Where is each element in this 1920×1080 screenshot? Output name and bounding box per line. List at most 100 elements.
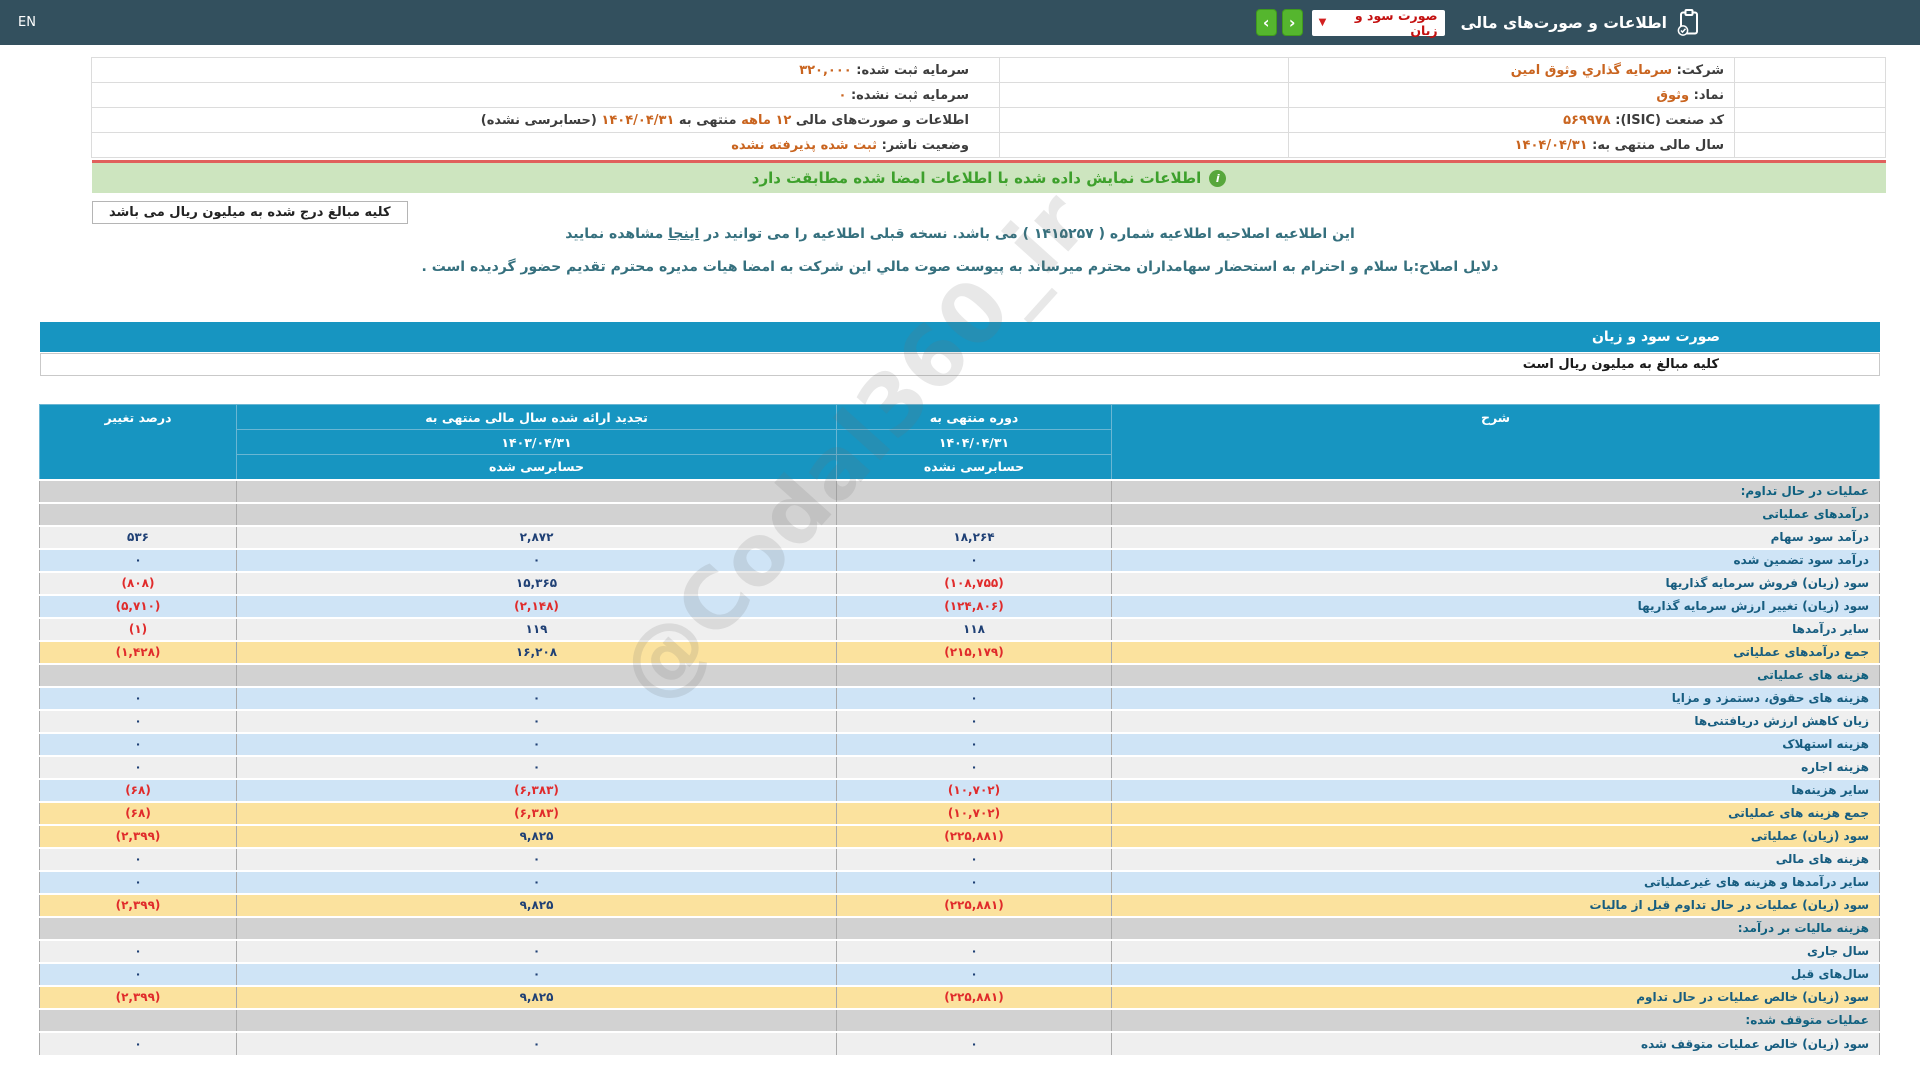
income-data-row: سود (زیان) فروش سرمایه گذاریها (۱۰۸,۷۵۵) ۱…	[39, 570, 1880, 595]
restated-value-cell	[236, 915, 837, 940]
current-period-value-cell	[836, 915, 1112, 940]
income-section-row: عملیات در حال تداوم:	[39, 478, 1880, 503]
report-type-select[interactable]: ▼ صورت سود و زیان	[1311, 7, 1445, 38]
restated-value-cell: ۰	[236, 708, 837, 733]
row-label-cell: درآمد سود تضمین شده	[1111, 547, 1880, 572]
income-data-row: سایر درآمدها و هزینه های غیرعملیاتی ۰ ۰ ۰	[39, 869, 1880, 894]
amendment-notice: این اطلاعیه اصلاحیه اطلاعیه شماره ( ۱۴۱۵…	[0, 226, 1920, 242]
row-label-cell: عملیات متوقف شده:	[1111, 1007, 1880, 1032]
amendment-reason: دلایل اصلاح:با سلام و احترام به استحضار …	[421, 259, 1499, 275]
row-label-cell: جمع هزینه های عملیاتی	[1111, 800, 1880, 825]
current-period-value-cell: ۰	[836, 547, 1112, 572]
row-label-cell: سود (زیان) فروش سرمایه گذاریها	[1111, 570, 1880, 595]
change-percent-value-cell: ۰	[39, 938, 237, 963]
restated-value-cell: ۰	[236, 754, 837, 779]
row-label-cell: هزینه های مالی	[1111, 846, 1880, 871]
company-info-row: شرکت: سرمایه گذاري وثوق امین سرمایه ثبت …	[91, 57, 1886, 83]
units-note-box: کلیه مبالغ درج شده به میلیون ریال می باش…	[92, 201, 408, 224]
change-percent-value-cell	[39, 1007, 237, 1032]
income-section-row: هزینه های عملیاتی	[39, 662, 1880, 687]
header-restated-date: ۱۴۰۳/۰۴/۳۱	[236, 429, 837, 455]
registered-capital-cell: سرمایه ثبت شده: ۳۲۰,۰۰۰	[91, 57, 1000, 83]
info-label: نماد:	[1693, 87, 1724, 103]
restated-value-cell	[236, 662, 837, 687]
change-percent-value-cell	[39, 662, 237, 687]
row-label-cell: هزینه استهلاک	[1111, 731, 1880, 756]
change-percent-value-cell: ۰	[39, 685, 237, 710]
income-data-row: سود (زیان) عملیات در حال تداوم قبل از ما…	[39, 892, 1880, 917]
report-period-cell: اطلاعات و صورت‌های مالی ۱۲ ماهه منتهی به…	[91, 107, 1000, 133]
info-spacer-cell	[1734, 107, 1886, 133]
previous-version-link[interactable]: اینجا	[668, 226, 699, 242]
income-data-row: سایر درآمدها ۱۱۸ ۱۱۹ (۱)	[39, 616, 1880, 641]
current-period-value-cell	[836, 662, 1112, 687]
top-header-bar: EN ‹ › ▼ صورت سود و زیان اطلاعات و صورت‌…	[0, 0, 1920, 45]
language-switch-en[interactable]: EN	[18, 15, 36, 30]
current-period-value-cell: (۲۲۵,۸۸۱)	[836, 984, 1112, 1009]
nav-previous-button[interactable]: ‹	[1255, 9, 1277, 36]
isic-code-cell: کد صنعت (ISIC): ۵۶۹۹۷۸	[1288, 107, 1735, 133]
info-spacer-cell	[999, 107, 1289, 133]
header-change-percent: درصد تغییر	[39, 404, 237, 480]
statement-section-bar: صورت سود و زیان	[40, 322, 1880, 352]
change-percent-value-cell: ۰	[39, 754, 237, 779]
restated-value-cell: ۱۱۹	[236, 616, 837, 641]
period-length-value: ۱۲ ماهه	[741, 112, 792, 128]
row-label-cell: سال جاری	[1111, 938, 1880, 963]
current-period-value-cell: (۱۲۴,۸۰۶)	[836, 593, 1112, 618]
info-label: اطلاعات و صورت‌های مالی	[795, 112, 969, 128]
restated-value-cell: ۲,۸۷۲	[236, 524, 837, 549]
income-statement-table: شرح دوره منتهی به تجدید ارائه شده سال ما…	[39, 404, 1880, 1055]
company-name-cell: شرکت: سرمایه گذاري وثوق امین	[1288, 57, 1735, 83]
change-percent-value-cell: ۰	[39, 869, 237, 894]
current-period-value-cell: ۰	[836, 1030, 1112, 1055]
header-current-period-date: ۱۴۰۴/۰۴/۳۱	[836, 429, 1112, 455]
income-data-row: جمع درآمدهای عملیاتی (۲۱۵,۱۷۹) ۱۶,۲۰۸ (۱,۴۲…	[39, 639, 1880, 664]
change-percent-value-cell: ۵۳۶	[39, 524, 237, 549]
info-label: کد صنعت (ISIC):	[1615, 112, 1724, 128]
change-percent-value-cell: (۶۸)	[39, 777, 237, 802]
chevron-down-icon: ▼	[1318, 17, 1327, 28]
nav-next-button[interactable]: ›	[1281, 9, 1303, 36]
info-spacer-cell	[1734, 132, 1886, 158]
restated-value-cell: (۶,۳۸۳)	[236, 777, 837, 802]
current-period-value-cell: ۰	[836, 685, 1112, 710]
income-data-row: هزینه استهلاک ۰ ۰ ۰	[39, 731, 1880, 756]
income-data-row: سود (زیان) خالص عملیات متوقف شده ۰ ۰ ۰	[39, 1030, 1880, 1055]
current-period-value-cell	[836, 1007, 1112, 1032]
row-label-cell: درآمدهای عملیاتی	[1111, 501, 1880, 526]
current-period-value-cell: ۱۸,۲۶۴	[836, 524, 1112, 549]
row-label-cell: سایر هزینه‌ها	[1111, 777, 1880, 802]
restated-value-cell: ۰	[236, 938, 837, 963]
info-label: (حسابرسی نشده)	[480, 112, 597, 128]
company-info-row: سال مالی منتهی به: ۱۴۰۴/۰۴/۳۱ وضعیت ناشر…	[91, 132, 1886, 158]
income-data-row: سایر هزینه‌ها (۱۰,۷۰۲) (۶,۳۸۳) (۶۸)	[39, 777, 1880, 802]
row-label-cell: زیان کاهش ارزش دریافتنی‌ها	[1111, 708, 1880, 733]
info-label: سرمایه ثبت شده:	[856, 62, 969, 78]
restated-value-cell: ۹,۸۲۵	[236, 823, 837, 848]
header-description: شرح	[1111, 404, 1880, 480]
row-label-cell: هزینه مالیات بر درآمد:	[1111, 915, 1880, 940]
restated-value-cell: ۰	[236, 846, 837, 871]
info-value: ۵۶۹۹۷۸	[1563, 112, 1611, 128]
info-value: ۳۲۰,۰۰۰	[799, 62, 852, 78]
signature-match-banner: i اطلاعات نمایش داده شده با اطلاعات امضا…	[92, 163, 1886, 193]
current-period-value-cell: (۲۲۵,۸۸۱)	[836, 892, 1112, 917]
codal-financial-statement-page: EN ‹ › ▼ صورت سود و زیان اطلاعات و صورت‌…	[0, 0, 1920, 1080]
income-data-row: سود (زیان) تغییر ارزش سرمایه گذاریها (۱۲۴…	[39, 593, 1880, 618]
symbol-cell: نماد: وثوق	[1288, 82, 1735, 108]
change-percent-value-cell: (۱,۴۲۸)	[39, 639, 237, 664]
income-data-row: هزینه اجاره ۰ ۰ ۰	[39, 754, 1880, 779]
current-period-value-cell: (۱۰,۷۰۲)	[836, 777, 1112, 802]
row-label-cell: سایر درآمدها و هزینه های غیرعملیاتی	[1111, 869, 1880, 894]
restated-value-cell	[236, 1007, 837, 1032]
header-restated-audit: حسابرسی شده	[236, 454, 837, 480]
restated-value-cell: ۹,۸۲۵	[236, 892, 837, 917]
signature-match-text: اطلاعات نمایش داده شده با اطلاعات امضا ش…	[751, 169, 1202, 187]
income-table-body: عملیات در حال تداوم: درآمدهای عملیاتی درآم…	[39, 478, 1880, 1055]
amendment-notice-text: مشاهده نمایید	[565, 226, 664, 242]
row-label-cell: سود (زیان) تغییر ارزش سرمایه گذاریها	[1111, 593, 1880, 618]
current-period-value-cell	[836, 478, 1112, 503]
change-percent-value-cell: (۵,۷۱۰)	[39, 593, 237, 618]
report-type-selected-value: صورت سود و زیان	[1354, 7, 1438, 38]
